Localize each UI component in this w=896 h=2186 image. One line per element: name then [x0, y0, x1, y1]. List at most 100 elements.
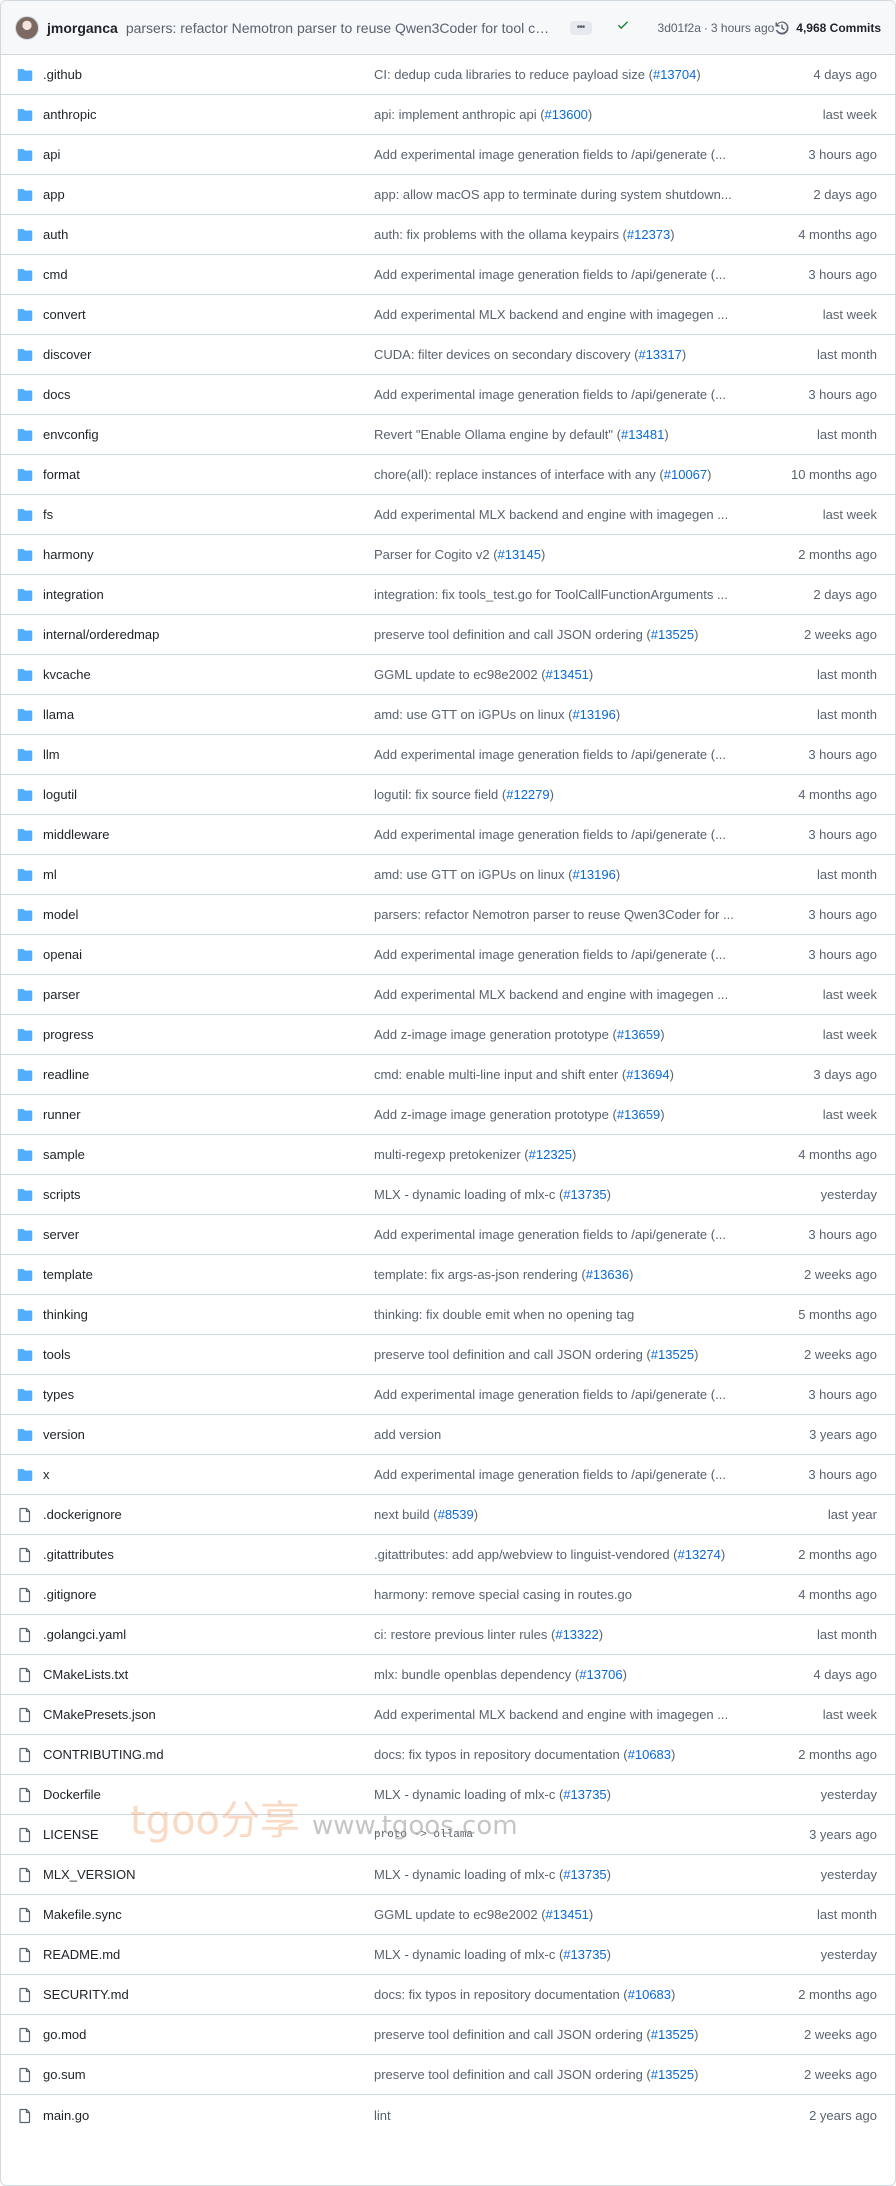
- commit-message-link[interactable]: multi-regexp pretokenizer (#12325): [374, 1147, 762, 1162]
- pull-request-link[interactable]: #13525: [651, 2067, 694, 2082]
- file-name-link[interactable]: CONTRIBUTING.md: [43, 1747, 164, 1762]
- pull-request-link[interactable]: #13735: [563, 1867, 606, 1882]
- commit-message-text[interactable]: MLX - dynamic loading of mlx-c (: [374, 1867, 563, 1882]
- file-name-link[interactable]: Dockerfile: [43, 1787, 101, 1802]
- commit-message-link[interactable]: Add z-image image generation prototype (…: [374, 1027, 762, 1042]
- commit-message-link[interactable]: preserve tool definition and call JSON o…: [374, 1347, 762, 1362]
- commit-message-link[interactable]: cmd: enable multi-line input and shift e…: [374, 1067, 762, 1082]
- pull-request-link[interactable]: #13735: [563, 1187, 606, 1202]
- folder-name-link[interactable]: runner: [43, 1107, 81, 1122]
- file-name-link[interactable]: MLX_VERSION: [43, 1867, 135, 1882]
- commit-message-link[interactable]: CUDA: filter devices on secondary discov…: [374, 347, 762, 362]
- commit-message-text[interactable]: harmony: remove special casing in routes…: [374, 1587, 632, 1602]
- commit-message-link[interactable]: app: allow macOS app to terminate during…: [374, 187, 762, 202]
- folder-name-link[interactable]: convert: [43, 307, 86, 322]
- pull-request-link[interactable]: #13317: [638, 347, 681, 362]
- file-name-link[interactable]: go.mod: [43, 2027, 86, 2042]
- folder-name-link[interactable]: llama: [43, 707, 74, 722]
- pull-request-link[interactable]: #13735: [563, 1947, 606, 1962]
- folder-name-link[interactable]: cmd: [43, 267, 68, 282]
- commit-message-text[interactable]: auth: fix problems with the ollama keypa…: [374, 227, 627, 242]
- commit-message-link[interactable]: Add experimental image generation fields…: [374, 267, 762, 282]
- commit-message-text[interactable]: Add experimental MLX backend and engine …: [374, 1707, 728, 1722]
- file-name-link[interactable]: Makefile.sync: [43, 1907, 122, 1922]
- commit-message-link[interactable]: mlx: bundle openblas dependency (#13706): [374, 1667, 762, 1682]
- commits-link[interactable]: 4,968 Commits: [774, 20, 881, 36]
- folder-name-link[interactable]: x: [43, 1467, 50, 1482]
- folder-name-link[interactable]: types: [43, 1387, 74, 1402]
- commit-message-text[interactable]: Revert "Enable Ollama engine by default"…: [374, 427, 621, 442]
- commit-message-text[interactable]: GGML update to ec98e2002 (: [374, 1907, 546, 1922]
- commit-message-link[interactable]: MLX - dynamic loading of mlx-c (#13735): [374, 1787, 762, 1802]
- commit-message-text[interactable]: Add experimental image generation fields…: [374, 147, 726, 162]
- pull-request-link[interactable]: #10683: [628, 1987, 671, 2002]
- pull-request-link[interactable]: #13274: [678, 1547, 721, 1562]
- commit-message-text[interactable]: docs: fix typos in repository documentat…: [374, 1747, 628, 1762]
- commit-message-link[interactable]: template: fix args-as-json rendering (#1…: [374, 1267, 762, 1282]
- commit-message-link[interactable]: Add experimental image generation fields…: [374, 747, 762, 762]
- commit-message-link[interactable]: proto -> ollama: [374, 1829, 762, 1841]
- commit-message-text[interactable]: add version: [374, 1427, 441, 1442]
- commit-message-link[interactable]: Add experimental image generation fields…: [374, 387, 762, 402]
- commit-message-text[interactable]: api: implement anthropic api (: [374, 107, 545, 122]
- pull-request-link[interactable]: #13600: [545, 107, 588, 122]
- commit-message-link[interactable]: Parser for Cogito v2 (#13145): [374, 547, 762, 562]
- folder-name-link[interactable]: integration: [43, 587, 104, 602]
- expand-commit-button[interactable]: •••: [569, 20, 592, 35]
- commit-message-text[interactable]: preserve tool definition and call JSON o…: [374, 2067, 651, 2082]
- commit-message-text[interactable]: proto -> ollama: [374, 1829, 473, 1841]
- folder-name-link[interactable]: envconfig: [43, 427, 99, 442]
- commit-message-text[interactable]: MLX - dynamic loading of mlx-c (: [374, 1947, 563, 1962]
- commit-message-link[interactable]: chore(all): replace instances of interfa…: [374, 467, 762, 482]
- commit-message-text[interactable]: amd: use GTT on iGPUs on linux (: [374, 707, 572, 722]
- pull-request-link[interactable]: #13706: [579, 1667, 622, 1682]
- folder-name-link[interactable]: format: [43, 467, 80, 482]
- commit-message-text[interactable]: Add experimental MLX backend and engine …: [374, 507, 728, 522]
- folder-name-link[interactable]: kvcache: [43, 667, 91, 682]
- commit-message-link[interactable]: Add experimental image generation fields…: [374, 1227, 762, 1242]
- commit-message-text[interactable]: multi-regexp pretokenizer (: [374, 1147, 529, 1162]
- commit-message-link[interactable]: auth: fix problems with the ollama keypa…: [374, 227, 762, 242]
- commit-message-link[interactable]: preserve tool definition and call JSON o…: [374, 2067, 762, 2082]
- commit-message-link[interactable]: Add experimental image generation fields…: [374, 827, 762, 842]
- commit-message-link[interactable]: lint: [374, 2108, 762, 2123]
- commit-message-link[interactable]: harmony: remove special casing in routes…: [374, 1587, 762, 1602]
- commit-message-link[interactable]: preserve tool definition and call JSON o…: [374, 2027, 762, 2042]
- pull-request-link[interactable]: #13694: [626, 1067, 669, 1082]
- pull-request-link[interactable]: #12325: [529, 1147, 572, 1162]
- pull-request-link[interactable]: #13322: [555, 1627, 598, 1642]
- folder-name-link[interactable]: progress: [43, 1027, 94, 1042]
- pull-request-link[interactable]: #13525: [651, 2027, 694, 2042]
- file-name-link[interactable]: SECURITY.md: [43, 1987, 129, 2002]
- pull-request-link[interactable]: #13525: [651, 627, 694, 642]
- pull-request-link[interactable]: #13636: [586, 1267, 629, 1282]
- commit-message-link[interactable]: GGML update to ec98e2002 (#13451): [374, 667, 762, 682]
- commit-message-text[interactable]: Add experimental MLX backend and engine …: [374, 307, 728, 322]
- file-name-link[interactable]: README.md: [43, 1947, 120, 1962]
- folder-name-link[interactable]: tools: [43, 1347, 70, 1362]
- pull-request-link[interactable]: #10067: [664, 467, 707, 482]
- commit-message-text[interactable]: thinking: fix double emit when no openin…: [374, 1307, 634, 1322]
- commit-message-link[interactable]: add version: [374, 1427, 762, 1442]
- commit-message-link[interactable]: MLX - dynamic loading of mlx-c (#13735): [374, 1187, 762, 1202]
- folder-name-link[interactable]: template: [43, 1267, 93, 1282]
- commit-sha[interactable]: 3d01f2a: [658, 21, 701, 35]
- pull-request-link[interactable]: #13451: [546, 1907, 589, 1922]
- commit-message-link[interactable]: Add experimental MLX backend and engine …: [374, 1707, 762, 1722]
- commit-message-link[interactable]: parsers: refactor Nemotron parser to reu…: [374, 907, 762, 922]
- commit-message-text[interactable]: docs: fix typos in repository documentat…: [374, 1987, 628, 2002]
- commit-message-link[interactable]: Add experimental image generation fields…: [374, 947, 762, 962]
- folder-name-link[interactable]: sample: [43, 1147, 85, 1162]
- commit-message-text[interactable]: Add experimental image generation fields…: [374, 267, 726, 282]
- pull-request-link[interactable]: #12279: [506, 787, 549, 802]
- file-name-link[interactable]: go.sum: [43, 2067, 86, 2082]
- commit-message-text[interactable]: Add experimental image generation fields…: [374, 1467, 726, 1482]
- file-name-link[interactable]: .golangci.yaml: [43, 1627, 126, 1642]
- file-name-link[interactable]: .dockerignore: [43, 1507, 122, 1522]
- commit-message-text[interactable]: MLX - dynamic loading of mlx-c (: [374, 1187, 563, 1202]
- commit-message-text[interactable]: lint: [374, 2108, 391, 2123]
- folder-name-link[interactable]: openai: [43, 947, 82, 962]
- commit-message-text[interactable]: template: fix args-as-json rendering (: [374, 1267, 586, 1282]
- author-avatar[interactable]: [15, 15, 39, 40]
- commit-message-link[interactable]: Add z-image image generation prototype (…: [374, 1107, 762, 1122]
